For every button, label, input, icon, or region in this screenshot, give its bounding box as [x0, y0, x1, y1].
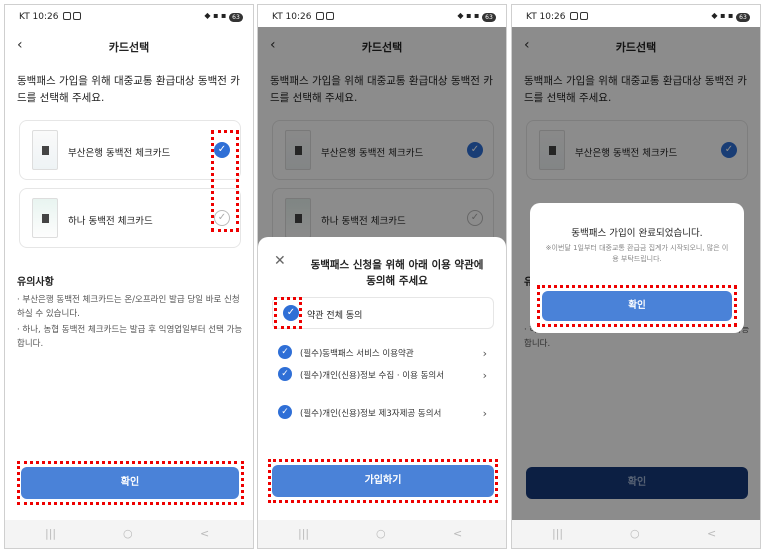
card-thumbnail [32, 130, 58, 170]
agree-all-option[interactable]: ✓ 약관 전체 동의 [272, 297, 494, 329]
battery-icon: 63 [482, 13, 496, 22]
term-label: (필수)개인(신용)정보 수집 · 이용 동의서 [300, 371, 445, 381]
agree-all-label: 약관 전체 동의 [307, 311, 363, 321]
chevron-right-icon[interactable]: › [483, 407, 487, 420]
phone-screen-complete: KT 10:26 ◆ ▪ ▪ 63 ‹ 카드선택 동백패스 가입을 위해 대중교… [511, 4, 761, 549]
status-bar: KT 10:26 ◆ ▪ ▪ 63 [258, 5, 506, 27]
app-icon [580, 12, 589, 20]
status-time: KT 10:26 [526, 12, 566, 22]
nav-bar: ||| ○ < [5, 520, 253, 548]
note-item: · 하나, 농협 동백전 체크카드는 발급 후 익영업일부터 선택 가능합니다. [17, 325, 243, 349]
app-icon [73, 12, 82, 20]
home-nav-icon[interactable]: ○ [123, 527, 133, 540]
chevron-right-icon[interactable]: › [483, 347, 487, 360]
status-time: KT 10:26 [272, 12, 312, 22]
notification-icon [63, 12, 72, 20]
highlight-box [268, 459, 498, 503]
menu-nav-icon[interactable]: ||| [552, 527, 563, 540]
menu-nav-icon[interactable]: ||| [298, 527, 309, 540]
page-description: 동백패스 가입을 위해 대중교통 환급대상 동백전 카드를 선택해 주세요. [17, 75, 240, 104]
chevron-right-icon[interactable]: › [483, 369, 487, 382]
card-option-busan[interactable]: 부산은행 동백전 체크카드 ✓ [19, 120, 241, 180]
note-item: · 부산은행 동백전 체크카드는 온/오프라인 발급 당일 바로 신청하실 수 … [17, 295, 240, 319]
back-nav-icon[interactable]: < [200, 527, 209, 540]
home-nav-icon[interactable]: ○ [376, 527, 386, 540]
nav-bar: ||| ○ < [258, 520, 506, 548]
close-icon[interactable]: ✕ [274, 253, 286, 269]
term-label: (필수)개인(신용)정보 제3자제공 동의서 [300, 409, 442, 419]
status-bar: KT 10:26 ◆ ▪ ▪ 63 [5, 5, 253, 27]
battery-icon: 63 [736, 13, 750, 22]
status-right: ◆ ▪ ▪ 63 [711, 11, 750, 22]
notes-title: 유의사항 [17, 277, 54, 288]
check-icon[interactable]: ✓ [278, 367, 292, 381]
sheet-title: 동백패스 신청을 위해 아래 이용 약관에 동의해 주세요 [310, 259, 484, 287]
check-icon[interactable]: ✓ [278, 405, 292, 419]
dialog-title: 동백패스 가입이 완료되었습니다. [571, 228, 703, 239]
top-bar: ‹ 카드선택 [5, 31, 253, 59]
phone-screen-terms: KT 10:26 ◆ ▪ ▪ 63 ‹ 카드선택 동백패스 가입을 위해 대중교… [257, 4, 507, 549]
terms-bottom-sheet: ✕ 동백패스 신청을 위해 아래 이용 약관에 동의해 주세요 ✓ 약관 전체 … [258, 237, 506, 527]
status-right: ◆ ▪ ▪ 63 [457, 11, 496, 22]
highlight-box [211, 130, 239, 232]
back-nav-icon[interactable]: < [453, 527, 462, 540]
notification-icon [570, 12, 579, 20]
card-thumbnail [32, 198, 58, 238]
nav-bar: ||| ○ < [512, 520, 760, 548]
highlight-box [17, 461, 244, 505]
card-name: 부산은행 동백전 체크카드 [68, 148, 171, 159]
highlight-box [537, 285, 737, 327]
page-title: 카드선택 [108, 41, 150, 54]
menu-nav-icon[interactable]: ||| [45, 527, 56, 540]
back-nav-icon[interactable]: < [707, 527, 716, 540]
term-label: (필수)동백패스 서비스 이용약관 [300, 349, 414, 359]
check-icon[interactable]: ✓ [278, 345, 292, 359]
card-option-hana[interactable]: 하나 동백전 체크카드 ✓ [19, 188, 241, 248]
card-name: 하나 동백전 체크카드 [68, 216, 153, 227]
notification-icon [316, 12, 325, 20]
status-time: KT 10:26 [19, 12, 59, 22]
completion-dialog: 동백패스 가입이 완료되었습니다. ※이번달 1일부터 대중교통 환급금 집계가… [530, 203, 744, 333]
dialog-subtitle: ※이번달 1일부터 대중교통 환급금 집계가 시작되오니, 많은 이용 부탁드립… [545, 244, 729, 263]
status-right: ◆ ▪ ▪ 63 [204, 11, 243, 22]
app-icon [326, 12, 335, 20]
status-bar: KT 10:26 ◆ ▪ ▪ 63 [512, 5, 760, 27]
phone-screen-card-select: KT 10:26 ◆ ▪ ▪ 63 ‹ 카드선택 동백패스 가입을 위해 대중교… [4, 4, 254, 549]
highlight-box [274, 297, 302, 329]
battery-icon: 63 [229, 13, 243, 22]
home-nav-icon[interactable]: ○ [630, 527, 640, 540]
